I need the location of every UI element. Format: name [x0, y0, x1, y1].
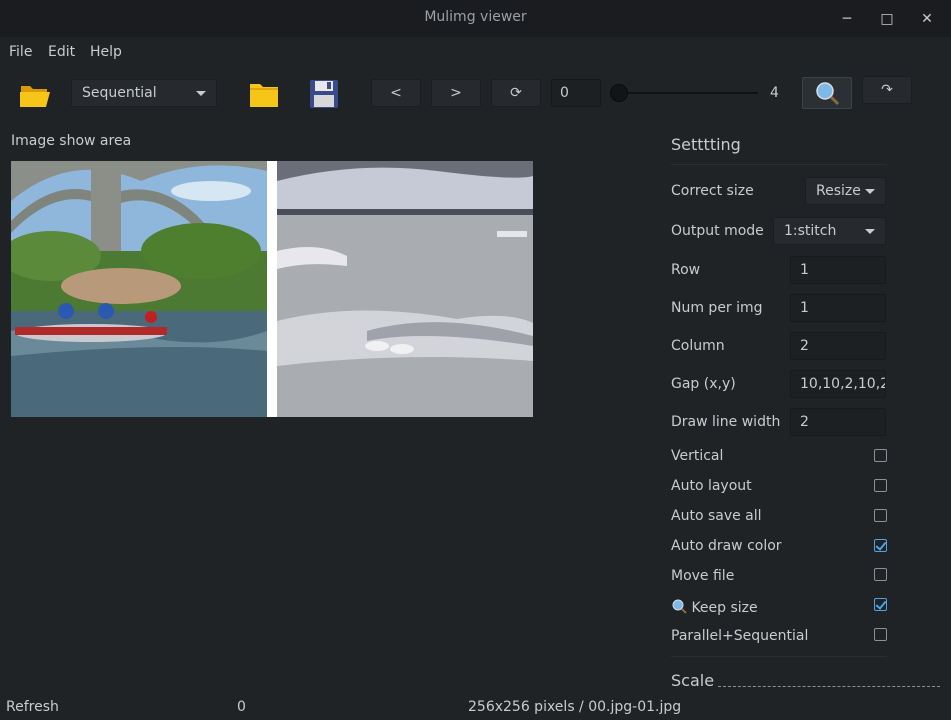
- title-bar: Mulimg viewer ─ □ ✕: [0, 0, 951, 37]
- auto-save-label: Auto save all: [671, 508, 762, 524]
- num-per-img-label: Num per img: [671, 300, 763, 316]
- save-icon[interactable]: [309, 79, 339, 113]
- output-mode-label: Output mode: [671, 223, 764, 239]
- line-width-input[interactable]: 2: [790, 408, 886, 436]
- status-info: 256x256 pixels / 00.jpg-01.jpg: [468, 699, 682, 715]
- status-bar: Refresh 0 256x256 pixels / 00.jpg-01.jpg: [0, 696, 951, 720]
- menu-help[interactable]: Help: [90, 44, 122, 60]
- scale-divider: [718, 686, 940, 687]
- correct-size-value: Resize: [816, 183, 861, 199]
- chevron-down-icon: [196, 91, 206, 96]
- row-label: Row: [671, 262, 701, 278]
- parallel-label: Parallel+Sequential: [671, 628, 809, 644]
- next-button[interactable]: >: [431, 79, 481, 107]
- auto-layout-label: Auto layout: [671, 478, 752, 494]
- mode-combo[interactable]: Sequential: [71, 79, 217, 107]
- auto-color-label: Auto draw color: [671, 538, 782, 554]
- row-input[interactable]: 1: [790, 256, 886, 284]
- image-gap: [267, 161, 277, 417]
- image-slider[interactable]: [620, 92, 758, 94]
- auto-layout-checkbox[interactable]: [874, 479, 887, 492]
- menu-edit[interactable]: Edit: [48, 44, 75, 60]
- magnifier-icon: [672, 599, 687, 614]
- window-title: Mulimg viewer: [424, 9, 527, 25]
- keep-size-checkbox[interactable]: [874, 598, 887, 611]
- magnifier-button[interactable]: [802, 77, 852, 109]
- scale-title: Scale: [671, 671, 715, 690]
- auto-save-checkbox[interactable]: [874, 509, 887, 522]
- image-rafting: [11, 161, 267, 417]
- status-left: Refresh: [6, 699, 59, 715]
- settings-title: Setttting: [671, 135, 741, 154]
- correct-size-combo[interactable]: Resize: [805, 177, 886, 205]
- folder-open-icon[interactable]: [19, 82, 51, 112]
- folder-icon[interactable]: [249, 80, 279, 112]
- column-label: Column: [671, 338, 725, 354]
- index-spinbox[interactable]: 0: [551, 79, 601, 107]
- move-file-checkbox[interactable]: [874, 568, 887, 581]
- keep-size-label: Keep size: [691, 600, 758, 616]
- gap-label: Gap (x,y): [671, 376, 736, 392]
- image-area-label: Image show area: [11, 133, 132, 149]
- chevron-down-icon: [865, 189, 875, 194]
- maximize-button[interactable]: □: [876, 8, 898, 30]
- chevron-down-icon: [865, 229, 875, 234]
- refresh-button[interactable]: ⟳: [491, 79, 541, 107]
- close-button[interactable]: ✕: [916, 8, 938, 30]
- mode-combo-value: Sequential: [82, 85, 157, 101]
- prev-button[interactable]: <: [371, 79, 421, 107]
- move-file-label: Move file: [671, 568, 735, 584]
- num-per-img-input[interactable]: 1: [790, 294, 886, 322]
- vertical-checkbox[interactable]: [874, 449, 887, 462]
- settings-divider: [671, 164, 887, 165]
- status-count: 0: [237, 699, 246, 715]
- correct-size-label: Correct size: [671, 183, 754, 199]
- line-width-label: Draw line width: [671, 414, 781, 430]
- magnifier-icon: [816, 82, 840, 106]
- minimize-button[interactable]: ─: [836, 8, 858, 30]
- image-swans: [277, 161, 533, 417]
- settings-divider: [671, 656, 887, 657]
- menu-bar: File Edit Help: [0, 37, 951, 67]
- menu-file[interactable]: File: [9, 44, 32, 60]
- parallel-checkbox[interactable]: [874, 628, 887, 641]
- output-mode-combo[interactable]: 1:stitch: [773, 217, 886, 245]
- output-mode-value: 1:stitch: [784, 223, 837, 239]
- auto-color-checkbox[interactable]: [874, 539, 887, 552]
- keep-size-row: Keep size: [671, 598, 758, 616]
- rotate-button[interactable]: ↷: [862, 76, 912, 104]
- slider-max-label: 4: [770, 85, 779, 101]
- column-input[interactable]: 2: [790, 332, 886, 360]
- vertical-label: Vertical: [671, 448, 724, 464]
- slider-handle[interactable]: [610, 84, 628, 102]
- gap-input[interactable]: 10,10,2,10,2: [790, 370, 886, 398]
